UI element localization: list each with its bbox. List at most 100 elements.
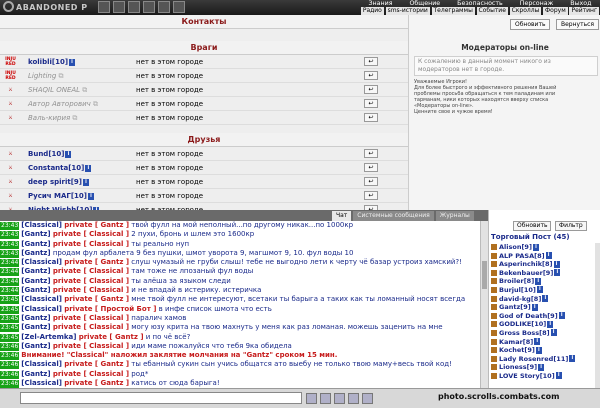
- reply-button[interactable]: ↩: [364, 85, 378, 94]
- player-name[interactable]: Broiler[8]: [499, 277, 534, 285]
- reply-button[interactable]: ↩: [364, 163, 378, 172]
- contact-row[interactable]: ⚔ Night Wishh[10] i нет в этом городе ↩: [0, 203, 408, 210]
- info-icon[interactable]: i: [69, 58, 76, 66]
- players-refresh-button[interactable]: Обновить: [513, 221, 552, 231]
- chat-time[interactable]: 23:46: [0, 361, 20, 370]
- chat-private[interactable]: private [ Gantz ]: [79, 333, 144, 341]
- info-icon[interactable]: i: [554, 269, 561, 277]
- contact-row[interactable]: ⚔ deep spirit[9] i нет в этом городе ↩: [0, 175, 408, 189]
- info-icon[interactable]: ⧉: [56, 72, 64, 80]
- menu-item-knowledge[interactable]: Знания: [368, 0, 392, 7]
- tab-system-messages[interactable]: Системные сообщения: [353, 211, 434, 221]
- menu-item-character[interactable]: Персонаж: [520, 0, 554, 7]
- chat-time[interactable]: 23:43: [0, 240, 20, 249]
- chat-author[interactable]: [Gantz]: [21, 249, 50, 257]
- submenu-scrolls[interactable]: Скроллы: [509, 7, 542, 15]
- contact-name[interactable]: kolibli[10] i: [28, 55, 76, 69]
- chat-author[interactable]: [Classical]: [21, 221, 62, 229]
- submenu-rating[interactable]: Рейтинг: [569, 7, 600, 15]
- player-name[interactable]: Alison[9]: [499, 243, 532, 251]
- chat-private[interactable]: private [ Classical ]: [53, 267, 129, 275]
- player-name[interactable]: Asperinchik[8]: [499, 260, 553, 268]
- contact-row[interactable]: ⚔ Валь-кирия ⧉ нет в этом городе ↩: [0, 111, 408, 125]
- player-row[interactable]: Lady Rosenred[11] i: [491, 355, 595, 364]
- chat-private[interactable]: private [ Classical ]: [53, 240, 129, 248]
- menu-item-exit[interactable]: Выход: [570, 0, 591, 7]
- player-name[interactable]: Kamar[8]: [499, 338, 533, 346]
- player-name[interactable]: Burjul[10]: [499, 286, 536, 294]
- chat-time[interactable]: 23:45: [0, 296, 20, 305]
- chat-time[interactable]: 23:45: [0, 333, 20, 342]
- info-icon[interactable]: i: [535, 346, 542, 354]
- submenu-radio[interactable]: Радио: [360, 7, 384, 15]
- settings-icon[interactable]: [348, 393, 359, 404]
- player-row[interactable]: david-kg[8] i: [491, 295, 595, 304]
- player-row[interactable]: Asperinchik[8] i: [491, 260, 595, 269]
- chat-private[interactable]: private [ Gantz ]: [64, 295, 129, 303]
- info-icon[interactable]: i: [553, 260, 560, 268]
- contact-name[interactable]: SHAQIL ONEAL ⧉: [28, 83, 87, 97]
- character-icon[interactable]: [98, 1, 110, 13]
- contact-row[interactable]: ⚔ Русич МАГ[10] i нет в этом городе ↩: [0, 189, 408, 203]
- menu-item-security[interactable]: Безопасность: [457, 0, 503, 7]
- chat-private[interactable]: private [ Classical ]: [53, 314, 129, 322]
- player-row[interactable]: Gantz[9] i: [491, 303, 595, 312]
- player-name[interactable]: God of Death[9]: [499, 312, 558, 320]
- quest-icon[interactable]: [143, 1, 155, 13]
- contact-name[interactable]: Автор Авторович ⧉: [28, 97, 98, 111]
- info-icon[interactable]: i: [542, 295, 549, 303]
- player-row[interactable]: Alison[9] i: [491, 243, 595, 252]
- info-icon[interactable]: i: [536, 286, 543, 294]
- player-row[interactable]: Kochet[9] i: [491, 346, 595, 355]
- player-row[interactable]: God of Death[9] i: [491, 312, 595, 321]
- tab-chat[interactable]: Чат: [332, 211, 352, 221]
- chat-time[interactable]: 23:46: [0, 380, 20, 388]
- info-icon[interactable]: i: [550, 329, 557, 337]
- chat-private[interactable]: private [ Gantz ]: [64, 221, 129, 229]
- contact-row[interactable]: ⚔ SHAQIL ONEAL ⧉ нет в этом городе ↩: [0, 83, 408, 97]
- player-row[interactable]: Kamar[8] i: [491, 338, 595, 347]
- reply-button[interactable]: ↩: [364, 71, 378, 80]
- chat-author[interactable]: [Gantz]: [21, 314, 50, 322]
- players-scrollbar[interactable]: [595, 243, 600, 388]
- players-filter-button[interactable]: Фильтр: [555, 221, 587, 231]
- submenu-sms[interactable]: sms-истории: [385, 7, 430, 15]
- submenu-forum[interactable]: Форум: [543, 7, 568, 15]
- contact-name[interactable]: Bund[10] i: [28, 147, 72, 161]
- chat-private[interactable]: private [ Classical ]: [53, 277, 129, 285]
- player-row[interactable]: GODLIKE[10] i: [491, 320, 595, 329]
- inventory-icon[interactable]: [113, 1, 125, 13]
- info-icon[interactable]: i: [532, 243, 539, 251]
- scrollbar-thumb[interactable]: [482, 261, 487, 289]
- info-icon[interactable]: i: [83, 178, 90, 186]
- player-row[interactable]: ALP PASA[8] i: [491, 252, 595, 261]
- info-icon[interactable]: ⧉: [91, 100, 98, 108]
- player-name[interactable]: GODLIKE[10]: [499, 320, 546, 328]
- smiles-icon[interactable]: [320, 393, 331, 404]
- player-name[interactable]: david-kg[8]: [499, 295, 541, 303]
- contact-row[interactable]: ⚔ Constanta[10] i нет в этом городе ↩: [0, 161, 408, 175]
- chat-author[interactable]: [Gantz]: [21, 240, 50, 248]
- reply-button[interactable]: ↩: [364, 99, 378, 108]
- player-name[interactable]: Kochet[9]: [499, 346, 535, 354]
- info-icon[interactable]: i: [65, 150, 72, 158]
- player-row[interactable]: Lioness[9] i: [491, 363, 595, 372]
- send-icon[interactable]: [306, 393, 317, 404]
- chat-author[interactable]: [Gantz]: [21, 342, 50, 350]
- contact-row[interactable]: ⚔ Bund[10] i нет в этом городе ↩: [0, 147, 408, 161]
- chat-time[interactable]: 23:46: [0, 370, 20, 379]
- contact-name[interactable]: Валь-кирия ⧉: [28, 111, 77, 125]
- player-name[interactable]: ALP PASA[8]: [499, 252, 545, 260]
- info-icon[interactable]: i: [534, 338, 541, 346]
- chat-private[interactable]: private [ Classical ]: [53, 370, 129, 378]
- player-name[interactable]: Gantz[9]: [499, 303, 531, 311]
- chat-author[interactable]: [Gantz]: [21, 277, 50, 285]
- player-row[interactable]: LOVE Story[10] i: [491, 372, 595, 381]
- player-name[interactable]: LOVE Story[10]: [499, 372, 555, 380]
- chat-author[interactable]: [Gantz]: [21, 267, 50, 275]
- chat-private[interactable]: private [ Classical ]: [53, 342, 129, 350]
- chat-author[interactable]: [Classical]: [21, 295, 62, 303]
- chat-time[interactable]: 23:43: [0, 249, 20, 258]
- chat-time[interactable]: 23:45: [0, 324, 20, 333]
- tab-logs[interactable]: Журналы: [435, 211, 474, 221]
